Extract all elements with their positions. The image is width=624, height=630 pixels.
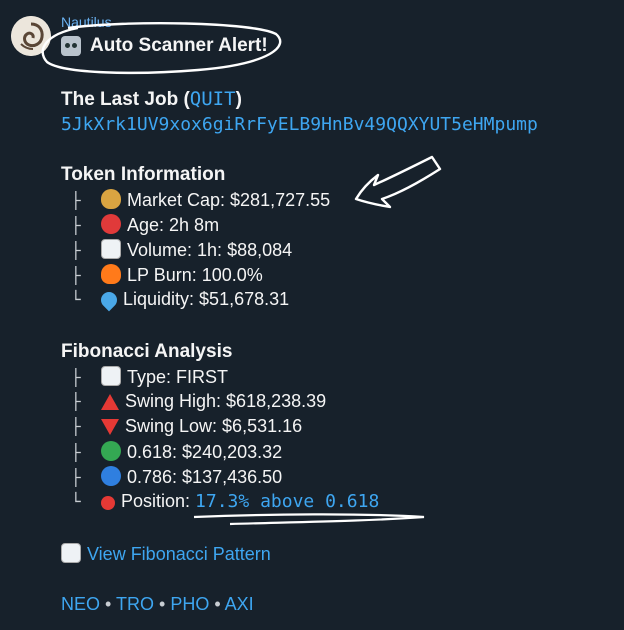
tree-branch: ├: [71, 191, 81, 210]
tree-branch: ├: [71, 468, 81, 487]
footer-link-pho[interactable]: PHO: [170, 594, 209, 614]
fibonacci-heading: Fibonacci Analysis: [61, 341, 233, 362]
green-circle-icon: [101, 441, 121, 461]
job-symbol-link[interactable]: QUIT: [190, 88, 236, 110]
robot-icon: [61, 36, 81, 56]
fib-item-type: ├ Type: FIRST: [61, 366, 228, 388]
bar-chart-icon: [101, 366, 121, 386]
token-item-age: ├ Age: 2h 8m: [61, 214, 219, 236]
volume-text: Volume: 1h: $88,084: [127, 240, 293, 260]
last-job-close: ): [235, 89, 242, 110]
fib-0618-text: 0.618: $240,203.32: [127, 442, 283, 462]
tree-branch: ├: [71, 216, 81, 235]
view-pattern-line: View Fibonacci Pattern: [61, 543, 271, 565]
pin-icon: [101, 496, 115, 510]
fib-0786-text: 0.786: $137,436.50: [127, 467, 283, 487]
fib-item-position: └ Position: 17.3% above 0.618: [61, 491, 379, 512]
token-item-lp-burn: ├ LP Burn: 100.0%: [61, 264, 263, 286]
token-item-volume: ├ Volume: 1h: $88,084: [61, 239, 292, 261]
alert-title-text: Auto Scanner Alert!: [90, 35, 268, 56]
swing-low-text: Swing Low: $6,531.16: [125, 416, 303, 436]
footer-links: NEO • TRO • PHO • AXI: [61, 594, 254, 615]
age-text: Age: 2h 8m: [127, 215, 220, 235]
tree-branch: ├: [71, 241, 81, 260]
token-info-heading: Token Information: [61, 164, 226, 185]
footer-link-tro[interactable]: TRO: [116, 594, 154, 614]
footer-link-neo[interactable]: NEO: [61, 594, 100, 614]
fib-item-0786: ├ 0.786: $137,436.50: [61, 466, 282, 488]
tree-branch: └: [71, 290, 81, 309]
tree-branch: ├: [71, 368, 81, 387]
footer-link-axi[interactable]: AXI: [225, 594, 254, 614]
alarm-clock-icon: [101, 214, 121, 234]
tree-branch: ├: [71, 443, 81, 462]
money-bag-icon: [101, 189, 121, 209]
separator: •: [209, 594, 225, 614]
position-value[interactable]: 17.3% above 0.618: [195, 491, 379, 512]
swing-high-text: Swing High: $618,238.39: [125, 391, 327, 411]
last-job-label: The Last Job (: [61, 89, 190, 110]
tree-branch: ├: [71, 266, 81, 285]
tree-branch: └: [71, 492, 81, 511]
liquidity-text: Liquidity: $51,678.31: [123, 289, 290, 309]
bar-chart-icon: [101, 239, 121, 259]
lp-burn-text: LP Burn: 100.0%: [127, 265, 263, 285]
fire-icon: [101, 264, 121, 284]
fib-item-swing-low: ├ Swing Low: $6,531.16: [61, 416, 302, 437]
red-triangle-down-icon: [101, 419, 119, 435]
view-fibonacci-pattern-link[interactable]: View Fibonacci Pattern: [87, 544, 271, 564]
fib-item-0618: ├ 0.618: $240,203.32: [61, 441, 282, 463]
contract-address[interactable]: 5JkXrk1UV9xox6giRrFyELB9HnBv49QQXYUT5eHM…: [61, 114, 538, 135]
token-item-liquidity: └ Liquidity: $51,678.31: [61, 288, 290, 312]
alert-title: Auto Scanner Alert!: [61, 35, 268, 57]
position-label: Position:: [121, 491, 196, 511]
separator: •: [100, 594, 116, 614]
token-item-market-cap: ├ Market Cap: $281,727.55: [61, 189, 330, 211]
droplet-icon: [97, 288, 121, 312]
separator: •: [154, 594, 171, 614]
underline-annotation: [193, 513, 425, 526]
market-cap-text: Market Cap: $281,727.55: [127, 190, 331, 210]
red-triangle-up-icon: [101, 394, 119, 410]
chart-increasing-icon: [61, 543, 81, 563]
arrow-annotation: [354, 155, 442, 209]
tree-branch: ├: [71, 417, 81, 436]
fib-item-swing-high: ├ Swing High: $618,238.39: [61, 391, 326, 412]
blue-circle-icon: [101, 466, 121, 486]
fib-type-text: Type: FIRST: [127, 367, 229, 387]
tree-branch: ├: [71, 392, 81, 411]
last-job-line: The Last Job (QUIT): [61, 88, 242, 111]
